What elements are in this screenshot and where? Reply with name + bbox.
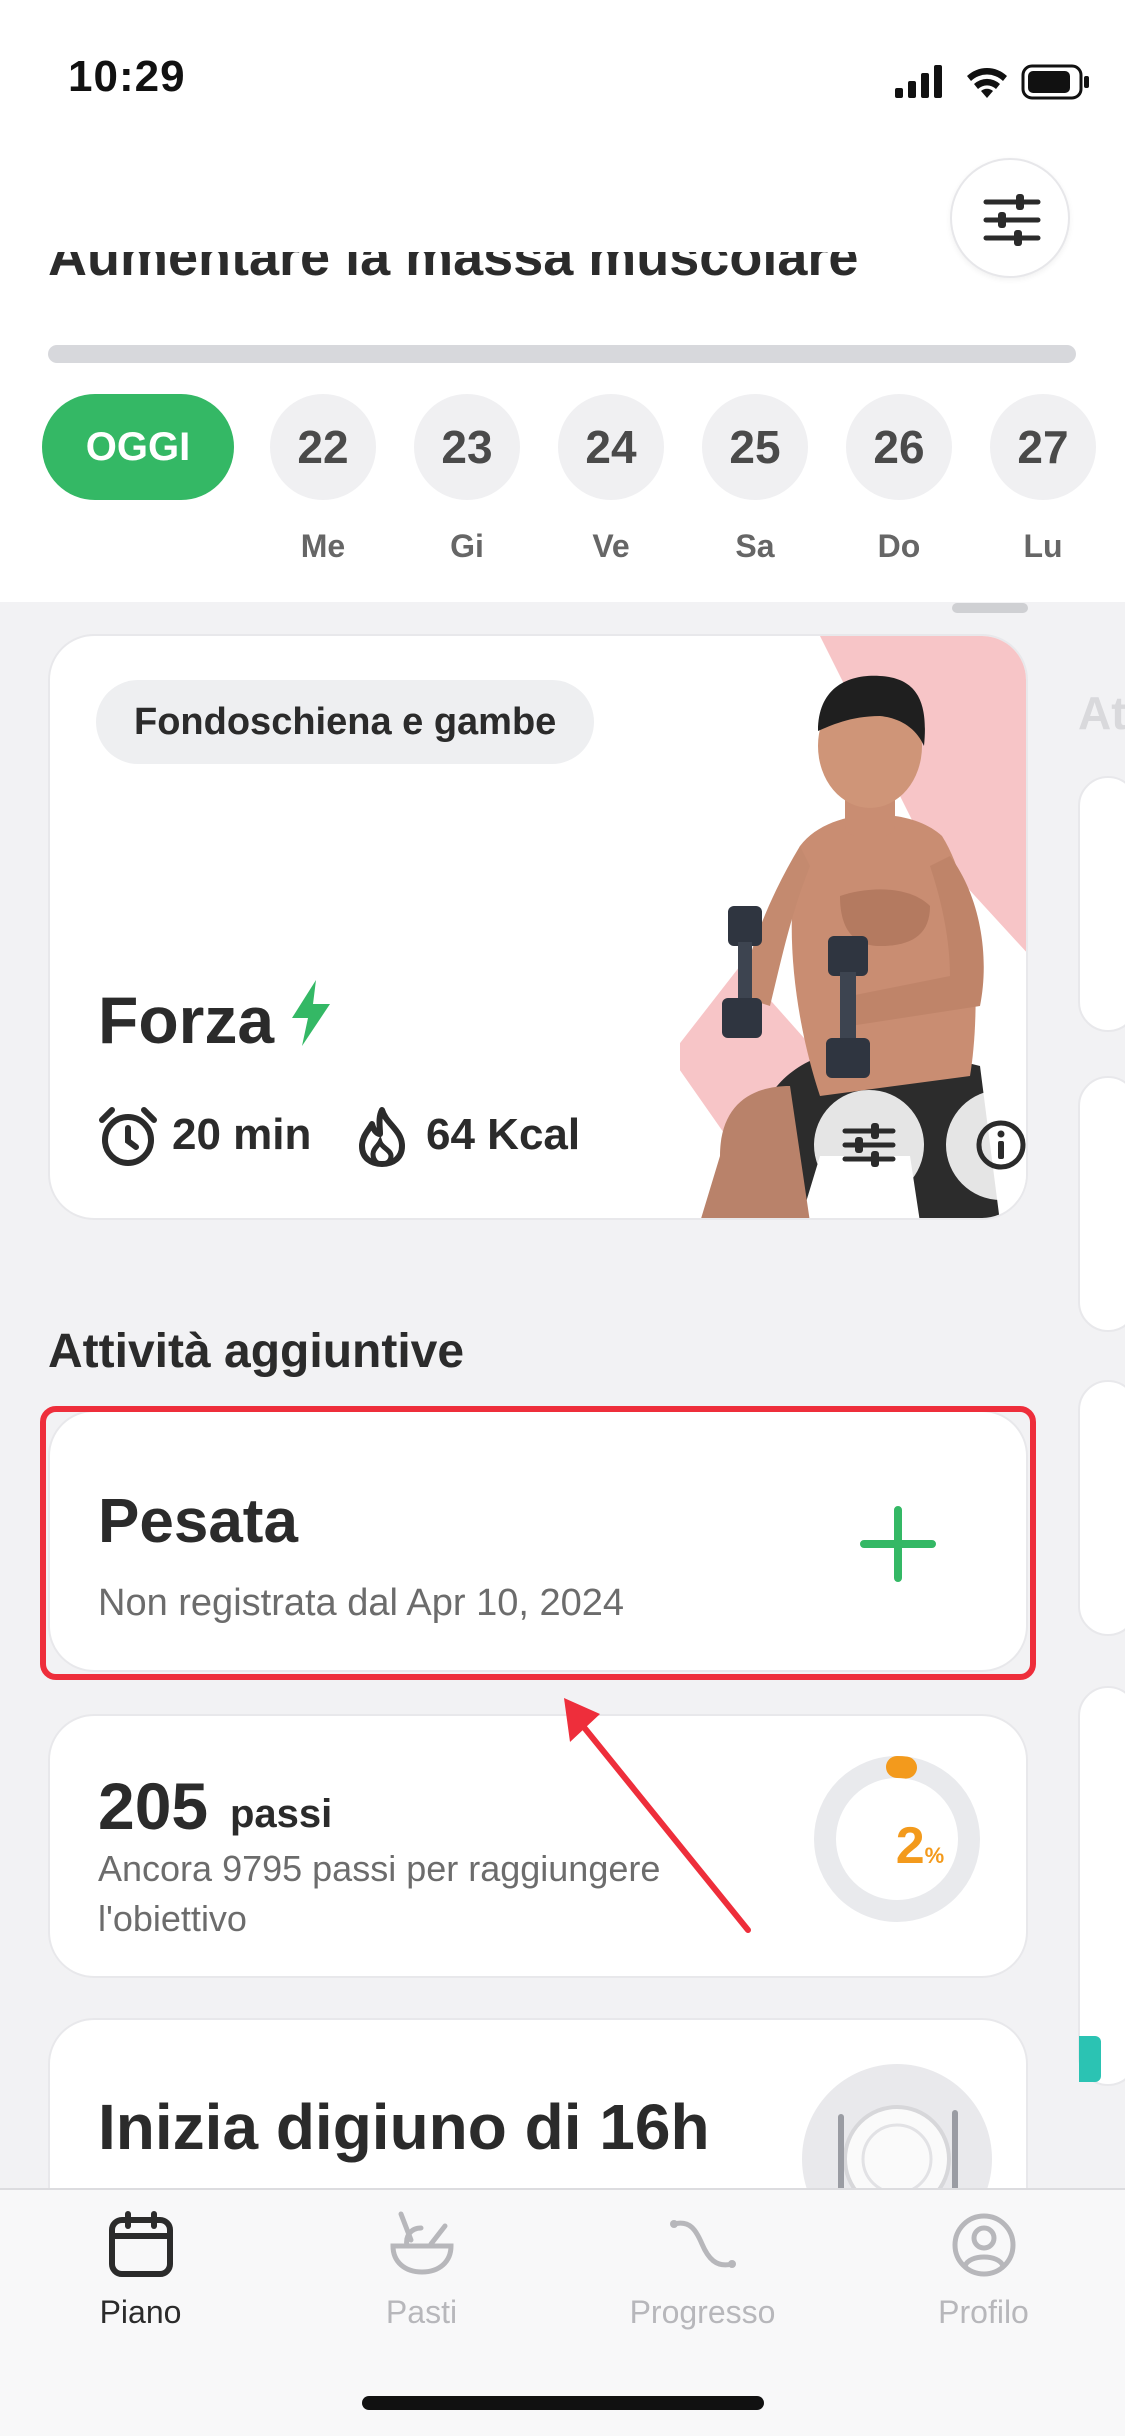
weigh-in-title: Pesata	[98, 1487, 298, 1556]
tab-progresso[interactable]: Progresso	[562, 2190, 843, 2370]
profile-icon	[952, 2213, 1016, 2277]
side-card-title: At	[1078, 687, 1125, 739]
top-header: 10:29 Aumentare la massa muscolare OGGI …	[0, 0, 1125, 602]
steps-percent: 2%	[895, 1817, 945, 1875]
side-card[interactable]	[1078, 776, 1125, 1032]
battery-icon	[1021, 64, 1089, 100]
section-title: Attività aggiuntive	[48, 1325, 465, 1378]
steps-count: 205	[98, 1769, 209, 1843]
workout-settings-button[interactable]	[814, 1090, 924, 1200]
weigh-in-subtitle: Non registrata dal Apr 10, 2024	[98, 1582, 625, 1624]
day-label: Gi	[450, 528, 484, 564]
tab-profilo[interactable]: Profilo	[843, 2190, 1124, 2370]
day-button[interactable]: 24	[558, 394, 664, 500]
day-label: Me	[300, 528, 346, 564]
calendar-icon	[109, 2211, 173, 2277]
filter-button[interactable]	[950, 158, 1070, 278]
workout-illustration	[670, 636, 1026, 1218]
lightning-icon	[292, 980, 330, 1046]
workout-card[interactable]: Fondoschiena e gambe Forza 20 min 64 Kca…	[48, 634, 1028, 1220]
flame-icon	[359, 1107, 405, 1167]
day-label: Sa	[735, 528, 775, 564]
day-button[interactable]: 25	[702, 394, 808, 500]
status-bar-icons	[895, 62, 1095, 102]
annotation-arrow	[564, 1698, 751, 1933]
fasting-title: Inizia digiuno di 16h	[98, 2091, 710, 2163]
steps-card[interactable]: 205 passi Ancora 9795 passi per raggiung…	[48, 1714, 1028, 1978]
alarm-clock-icon	[99, 1107, 157, 1166]
workout-title: Forza	[98, 983, 275, 1057]
cellular-signal-icon	[895, 65, 942, 98]
side-card[interactable]	[1078, 1380, 1125, 1636]
day-label: Lu	[1023, 528, 1063, 564]
sliders-icon	[842, 1123, 896, 1167]
side-card[interactable]	[1078, 1686, 1125, 2086]
tab-pasti[interactable]: Pasti	[281, 2190, 562, 2370]
progress-curve-icon	[670, 2220, 736, 2268]
day-label: Do	[877, 528, 921, 564]
tab-label: Pasti	[385, 2294, 458, 2330]
day-label: Ve	[592, 528, 630, 564]
workout-tag: Fondoschiena e gambe	[96, 680, 595, 764]
wifi-icon	[967, 68, 1007, 98]
status-time: 10:29	[68, 52, 186, 101]
tab-label: Piano	[99, 2294, 182, 2330]
scroll-handle[interactable]	[952, 603, 1028, 613]
tab-label: Profilo	[938, 2294, 1029, 2330]
info-icon	[976, 1120, 1026, 1170]
home-indicator[interactable]	[362, 2396, 764, 2410]
goal-progress-bar	[48, 345, 1076, 363]
day-button[interactable]: 22	[270, 394, 376, 500]
weigh-in-card[interactable]: Pesata Non registrata dal Apr 10, 2024	[48, 1410, 1028, 1672]
tab-label: Progresso	[629, 2294, 776, 2330]
goal-title: Aumentare la massa muscolare	[48, 252, 859, 287]
add-weigh-in-button[interactable]	[860, 1506, 936, 1582]
side-card[interactable]	[1078, 1076, 1125, 1332]
side-card-marker	[1079, 2036, 1101, 2082]
day-button[interactable]: 26	[846, 394, 952, 500]
day-button[interactable]: 23	[414, 394, 520, 500]
day-button[interactable]: 27	[990, 394, 1096, 500]
day-today-button[interactable]: OGGI	[42, 394, 234, 500]
bowl-icon	[390, 2211, 454, 2275]
steps-unit: passi	[230, 1792, 333, 1836]
tab-piano[interactable]: Piano	[0, 2190, 281, 2370]
sliders-icon	[983, 194, 1041, 246]
